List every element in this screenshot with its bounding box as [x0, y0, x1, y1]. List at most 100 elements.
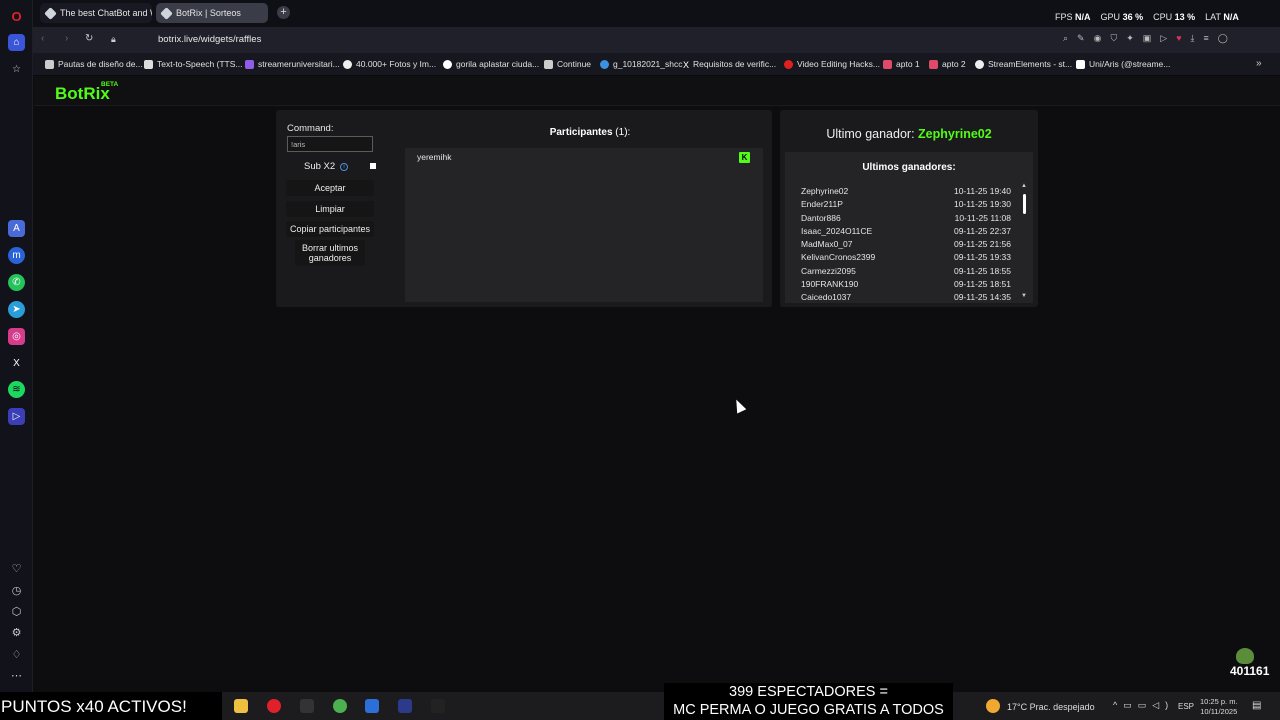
overlay-ticker: PUNTOS x40 ACTIVOS!: [0, 692, 222, 720]
bookmark-item[interactable]: Text-to-Speech (TTS...: [144, 59, 243, 69]
bookmark-item[interactable]: apto 2: [929, 59, 966, 69]
page-content: BotRix BETA Command: Sub X2 i Aceptar Li…: [34, 76, 1280, 692]
edit-icon[interactable]: ✎: [1077, 33, 1085, 44]
menu-icon[interactable]: ≡: [1204, 33, 1209, 44]
clock[interactable]: 10:25 p. m. 10/11/2025: [1200, 697, 1238, 717]
cube-icon[interactable]: ▣: [1143, 33, 1152, 44]
lightbulb-icon[interactable]: ♢: [10, 649, 23, 662]
download-icon[interactable]: ⤓: [1191, 33, 1195, 44]
bookmark-item[interactable]: streameruniversitari...: [245, 59, 340, 69]
vscode-icon[interactable]: [398, 699, 412, 713]
winners-list[interactable]: Ultimos ganadores: Zephyrine02 10-11-25 1…: [785, 152, 1033, 303]
player-icon[interactable]: ▷: [8, 408, 25, 425]
accept-button[interactable]: Aceptar: [286, 180, 374, 196]
play-icon[interactable]: ▷: [1160, 33, 1167, 44]
weather-icon: [986, 699, 1000, 713]
bookmark-item[interactable]: apto 1: [883, 59, 920, 69]
link-icon: [600, 59, 609, 69]
bookmark-item[interactable]: Continue: [544, 59, 591, 69]
winner-row: 190FRANK190 09-11-25 18:51: [801, 279, 1011, 289]
delete-winners-button[interactable]: Borrar ultimos ganadores: [295, 240, 365, 266]
twitch-icon: [245, 59, 254, 69]
spotify-icon[interactable]: ≋: [8, 381, 25, 398]
bookmark-item[interactable]: g_10182021_shcc: [600, 59, 682, 69]
cube-icon[interactable]: ⬡: [10, 606, 23, 619]
winner-row: Caicedo1037 09-11-25 14:35: [801, 292, 1011, 302]
winner-row: MadMax0_07 09-11-25 21:56: [801, 239, 1011, 249]
app-window-icon[interactable]: [365, 699, 379, 713]
botrix-favicon-icon: [44, 6, 57, 20]
new-tab-button[interactable]: +: [277, 6, 290, 19]
history-icon[interactable]: ◷: [10, 585, 23, 598]
google-icon: [443, 59, 452, 69]
chrome-icon[interactable]: [333, 699, 347, 713]
back-icon[interactable]: ‹: [41, 33, 44, 44]
shield-icon[interactable]: ⛉: [1110, 33, 1117, 44]
messenger-icon[interactable]: m: [8, 247, 25, 264]
spectators-overlay: 399 ESPECTADORES = MC PERMA O JUEGO GRAT…: [664, 683, 953, 720]
scroll-up-icon[interactable]: ▲: [1021, 183, 1027, 189]
bookmark-item[interactable]: Video Editing Hacks...: [784, 59, 880, 69]
forward-icon[interactable]: ›: [65, 33, 68, 44]
scroll-down-icon[interactable]: ▼: [1021, 293, 1027, 299]
winner-row: Zephyrine02 10-11-25 19:40: [801, 186, 1011, 196]
opera-taskbar-icon[interactable]: [267, 699, 281, 713]
participant-item[interactable]: yeremihk: [417, 152, 451, 162]
url-field[interactable]: botrix.live/widgets/raffles: [158, 34, 261, 45]
app-icon[interactable]: [300, 699, 314, 713]
copy-participants-button[interactable]: Copiar participantes: [286, 221, 374, 237]
last-winner: Ultimo ganador: Zephyrine02: [826, 127, 992, 141]
bookmark-item[interactable]: StreamElements - st...: [975, 59, 1072, 69]
winners-scrollbar-thumb[interactable]: [1023, 194, 1026, 214]
clear-button[interactable]: Limpiar: [286, 201, 374, 217]
heart-icon[interactable]: ♡: [10, 563, 23, 576]
bookmarks-overflow-icon[interactable]: »: [1256, 58, 1262, 69]
winner-row: Carmezzi2095 09-11-25 18:55: [801, 266, 1011, 276]
lock-icon: 🔒︎: [111, 34, 116, 44]
whatsapp-icon[interactable]: ✆: [8, 274, 25, 291]
tray-icons[interactable]: ^▭▭◁): [1113, 700, 1174, 711]
bookmark-item[interactable]: X Requisitos de verific...: [683, 59, 776, 70]
bookmark-item[interactable]: Pautas de diseño de...: [45, 59, 143, 69]
sub-x2-label: Sub X2: [304, 161, 336, 172]
performance-stats: FPS N/A GPU 36 % CPU 13 % LAT N/A: [1055, 12, 1239, 22]
bookmark-item[interactable]: Uni/Aris (@streame...: [1076, 59, 1170, 69]
file-explorer-icon[interactable]: [234, 699, 248, 713]
profile-icon[interactable]: ◯: [1218, 33, 1228, 44]
weather-text[interactable]: 17°C Prac. despejado: [1007, 702, 1095, 712]
opera-logo-icon[interactable]: O: [8, 8, 25, 25]
tab-botrix-sorteos[interactable]: BotRix | Sorteos: [156, 3, 268, 23]
sub-x2-checkbox[interactable]: [370, 163, 376, 169]
command-input[interactable]: [287, 136, 373, 152]
participants-title: Participantes (1):: [549, 127, 631, 138]
pepe-emote-icon: [1236, 648, 1254, 664]
tab-chatbot[interactable]: The best ChatBot and Wid: [40, 3, 152, 23]
notifications-icon[interactable]: ▤: [1252, 700, 1261, 711]
botrix-header: BotRix BETA: [34, 76, 1280, 106]
aria-icon[interactable]: A: [8, 220, 25, 237]
language-indicator[interactable]: ESP: [1178, 702, 1194, 711]
bookmark-item[interactable]: gorila aplastar ciuda...: [443, 59, 539, 69]
participants-list: yeremihk K: [405, 148, 763, 302]
search-icon[interactable]: ⌕: [1063, 33, 1068, 44]
winners-list-title: Ultimos ganadores:: [862, 162, 956, 173]
info-icon[interactable]: i: [340, 163, 348, 171]
camera-icon[interactable]: ◉: [1094, 33, 1102, 44]
page-icon: [544, 59, 553, 69]
star-icon[interactable]: ☆: [8, 61, 25, 78]
tts-icon: [144, 59, 153, 69]
home-icon[interactable]: ⌂: [8, 34, 25, 51]
telegram-icon[interactable]: ➤: [8, 301, 25, 318]
extensions-icon[interactable]: ✦: [1126, 33, 1134, 44]
more-icon[interactable]: ⋯: [10, 670, 23, 683]
tab-bar: The best ChatBot and Wid BotRix | Sorteo…: [33, 0, 1280, 27]
heart-icon[interactable]: ♥: [1176, 33, 1181, 44]
reload-icon[interactable]: ↻: [85, 33, 93, 44]
streamelements-icon: [975, 59, 984, 69]
x-twitter-icon[interactable]: X: [8, 355, 25, 372]
tiktok-icon: [1076, 59, 1085, 69]
bookmark-item[interactable]: 40.000+ Fotos y Im...: [343, 59, 436, 69]
instagram-icon[interactable]: ◎: [8, 328, 25, 345]
settings-icon[interactable]: ⚙: [10, 627, 23, 640]
epic-games-icon[interactable]: [431, 699, 445, 713]
